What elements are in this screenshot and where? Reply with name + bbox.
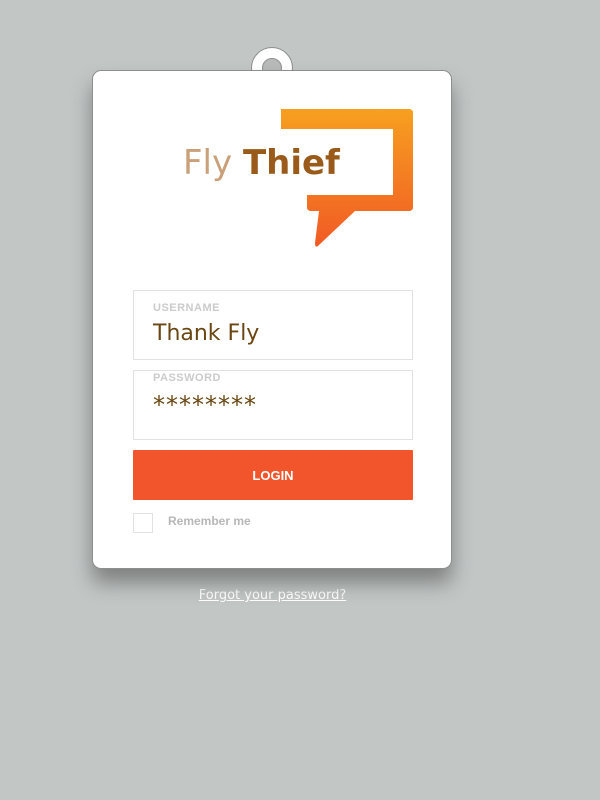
password-label: PASSWORD	[153, 372, 221, 384]
login-button[interactable]: LOGIN	[133, 450, 413, 500]
username-input[interactable]	[153, 321, 403, 346]
remember-me-label: Remember me	[168, 514, 251, 528]
remember-me-checkbox[interactable]	[133, 513, 153, 533]
logo-word-thief: Thief	[242, 143, 340, 183]
username-field[interactable]: USERNAME	[133, 290, 413, 360]
logo-text: Fly Thief	[183, 143, 340, 183]
login-card: Fly Thief USERNAME PASSWORD LOGIN Rememb…	[92, 70, 452, 569]
forgot-password-link[interactable]: Forgot your password?	[0, 588, 545, 603]
logo: Fly Thief	[93, 71, 453, 271]
login-page: Fly Thief USERNAME PASSWORD LOGIN Rememb…	[0, 0, 600, 800]
logo-word-fly: Fly	[183, 143, 233, 183]
password-field[interactable]: PASSWORD	[133, 370, 413, 440]
username-label: USERNAME	[153, 302, 220, 314]
password-input[interactable]	[153, 391, 403, 419]
